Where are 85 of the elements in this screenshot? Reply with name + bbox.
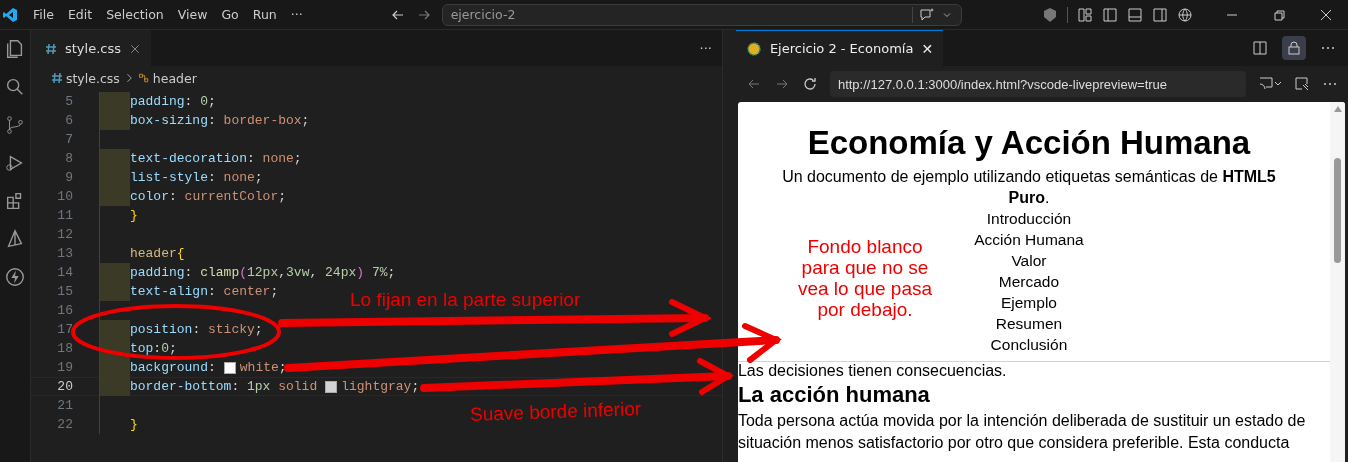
- nav-link[interactable]: Mercado: [998, 271, 1060, 292]
- code-line: padding: 0;: [129, 94, 216, 109]
- code-line: box-sizing: border-box;: [129, 113, 310, 128]
- menu-item[interactable]: View: [170, 7, 215, 22]
- lock-icon[interactable]: [1282, 36, 1306, 60]
- close-icon[interactable]: [128, 42, 141, 55]
- code-line: list-style: none;: [129, 170, 263, 185]
- scrollbar-thumb[interactable]: [1334, 158, 1341, 263]
- menu-item[interactable]: File: [26, 7, 61, 22]
- line-number: 10: [56, 189, 74, 204]
- reload-icon[interactable]: [801, 76, 818, 92]
- preview-tab[interactable]: Ejercicio 2 - Economía ✕: [735, 30, 944, 66]
- paragraph: Toda persona actúa movida por la intención deliberada de sustituir un estado de situación menos satisfactorio por otro que considera preferible. Esta conducta: [737, 411, 1307, 453]
- layout-icon[interactable]: [1077, 6, 1093, 23]
- annotation-text: Lo fijan en la parte superior: [350, 289, 581, 311]
- color-swatch[interactable]: [223, 361, 236, 374]
- line-number: 11: [56, 208, 74, 223]
- line-number: 19: [56, 360, 74, 375]
- line-number: 7: [64, 132, 74, 147]
- split-editor-icon[interactable]: [1252, 40, 1268, 56]
- line-number: 17: [56, 322, 74, 337]
- nav-link[interactable]: Ejemplo: [1000, 292, 1057, 313]
- vscode-logo-icon: [2, 6, 18, 23]
- panel-toggle-icon[interactable]: [1127, 6, 1143, 23]
- menu-item[interactable]: Run: [245, 7, 284, 22]
- menu-item[interactable]: Edit: [60, 7, 100, 22]
- menu-item[interactable]: Selection: [99, 7, 171, 22]
- code-line: }: [129, 208, 138, 223]
- line-number: 22: [56, 417, 74, 432]
- devtools-icon[interactable]: [1294, 76, 1310, 92]
- line-number: 21: [56, 398, 74, 413]
- nav-link[interactable]: Introducción: [986, 208, 1072, 229]
- nav-link[interactable]: Resumen: [995, 313, 1063, 334]
- cast-icon[interactable]: [1258, 76, 1282, 92]
- url-field[interactable]: http://127.0.0.1:3000/index.html?vscode-livepreview=true: [829, 71, 1246, 97]
- code-line: border-bottom: 1px solid lightgray;: [129, 379, 420, 394]
- color-swatch[interactable]: [325, 380, 338, 393]
- globe-icon[interactable]: [1177, 6, 1193, 23]
- page-subtitle: Un documento de ejemplo utilizando etiquetas semánticas de HTML5 Puro.: [781, 167, 1277, 208]
- code-line: position: sticky;: [129, 322, 263, 337]
- code-line: }: [129, 417, 138, 432]
- editor-tab[interactable]: style.css: [30, 30, 151, 66]
- nav-link[interactable]: Conclusión: [990, 334, 1068, 355]
- scroll-up-icon[interactable]: [1333, 106, 1342, 112]
- code-line: text-decoration: none;: [129, 151, 302, 166]
- breadcrumb-item[interactable]: style.css: [65, 70, 120, 86]
- line-number: 8: [64, 151, 74, 166]
- line-number: 13: [56, 246, 74, 261]
- line-number: 20: [56, 379, 74, 394]
- code-line: text-align: center;: [129, 284, 279, 299]
- code-line: header{: [129, 246, 185, 261]
- code-line: color: currentColor;: [129, 189, 286, 204]
- menu-item[interactable]: Go: [214, 7, 246, 22]
- breadcrumb-item[interactable]: header: [152, 70, 197, 86]
- line-number: 15: [56, 284, 74, 299]
- line-number: 6: [64, 113, 74, 128]
- annotation-text: Fondo blanco para que no se vea lo que pasa por debajo.: [796, 236, 934, 320]
- section-heading: La acción humana: [737, 382, 931, 408]
- sidebar-toggle-icon[interactable]: [1102, 6, 1118, 23]
- nav-link[interactable]: Valor: [1011, 250, 1047, 271]
- menu-item[interactable]: ···: [283, 7, 310, 22]
- chat-sparkle-icon[interactable]: [911, 6, 935, 23]
- code-line: top:0;: [129, 341, 177, 356]
- line-number: 14: [56, 265, 74, 280]
- line-number: 18: [56, 341, 74, 356]
- page-title: Economía y Acción Humana: [807, 124, 1251, 162]
- command-center-field[interactable]: ejercicio-2: [441, 3, 962, 26]
- line-number: 9: [64, 170, 74, 185]
- hash-icon: [50, 72, 63, 84]
- coin-icon: [745, 40, 762, 57]
- line-number: 12: [56, 227, 74, 242]
- account-shield-icon[interactable]: [1042, 6, 1058, 23]
- lightning-icon[interactable]: [3, 266, 26, 288]
- line-number: 5: [64, 94, 74, 109]
- close-button[interactable]: ✕: [921, 40, 934, 57]
- body-text: Las decisiones tienen consecuencias.: [737, 362, 1008, 380]
- more-actions-button[interactable]: ···: [689, 40, 722, 56]
- secondary-sidebar-icon[interactable]: [1152, 6, 1168, 23]
- line-number: 16: [56, 303, 74, 318]
- annotation-text: Suave borde inferior: [469, 398, 642, 426]
- nav-link[interactable]: Acción Humana: [974, 229, 1084, 250]
- code-line: background: white;: [129, 360, 287, 375]
- code-line: padding: clamp(12px,3vw, 24px) 7%;: [129, 265, 396, 280]
- hash-icon: [44, 42, 57, 55]
- symbol-icon: [137, 72, 150, 84]
